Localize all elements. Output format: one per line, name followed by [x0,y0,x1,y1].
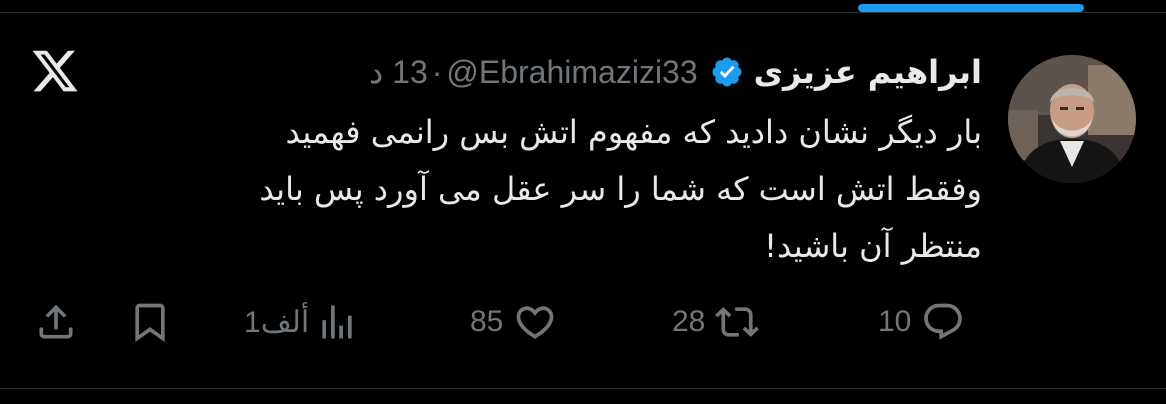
avatar[interactable] [1008,55,1136,183]
separator-dot: · [431,53,443,90]
active-tab-indicator [858,4,1084,12]
bookmark-icon [135,303,165,343]
x-logo-icon[interactable] [30,46,80,96]
views-button[interactable]: 1ألف [244,300,359,344]
reply-button[interactable]: 10 [878,300,965,344]
reply-count: 10 [878,305,912,338]
tweet-text: بار دیگر نشان دادید که مفهوم اتش بس رانم… [82,104,982,275]
repost-icon [715,307,760,337]
views-chart-icon [322,305,352,339]
tweet-card: ابراهیم عزیزی @Ebrahimazizi33 · 13 د بار… [0,0,1166,404]
bottom-divider [0,388,1166,389]
share-button[interactable] [34,300,78,344]
top-divider [0,12,1166,13]
display-name[interactable]: ابراهیم عزیزی [754,53,982,91]
user-handle[interactable]: @Ebrahimazizi33 [446,54,697,91]
tweet-text-line: بار دیگر نشان دادید که مفهوم اتش بس رانم… [285,113,982,151]
reply-icon [924,303,963,340]
verified-badge-icon [712,57,742,87]
tweet-header: ابراهیم عزیزی @Ebrahimazizi33 · 13 د [369,50,982,94]
timestamp[interactable]: 13 د [369,53,428,91]
like-button[interactable]: 85 [470,300,557,344]
views-count: 1ألف [244,305,310,339]
repost-count: 28 [672,305,706,338]
bookmark-button[interactable] [128,300,172,344]
repost-button[interactable]: 28 [672,300,760,344]
heart-icon [517,306,554,339]
tweet-text-line: وفقط اتش است که شما را سر عقل می آورد پس… [259,170,982,208]
like-count: 85 [470,305,504,338]
tweet-text-line: منتظر آن باشید! [764,227,982,265]
share-icon [39,304,73,339]
